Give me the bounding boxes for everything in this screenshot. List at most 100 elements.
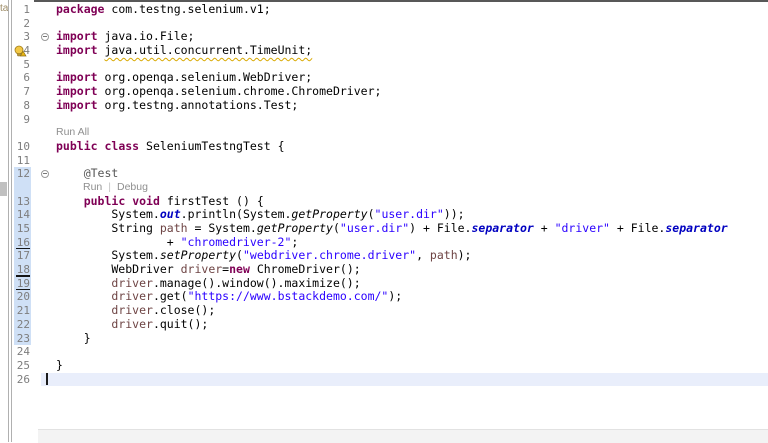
code-line-content[interactable]: driver.close();	[31, 303, 768, 318]
code-line-content[interactable]: import java.io.File;	[31, 30, 768, 44]
code-token: ));	[443, 207, 465, 222]
code-line-content[interactable]: import java.util.concurrent.TimeUnit;	[31, 43, 768, 58]
code-line: 14 System.out.println(System.getProperty…	[12, 207, 768, 222]
line-number: 22	[16, 317, 30, 331]
code-line-content[interactable]	[31, 113, 768, 127]
code-token: public	[83, 193, 126, 208]
line-number: 15	[16, 222, 30, 235]
code-line: 16 + "chromedriver-2";	[12, 235, 768, 250]
code-token: driver	[180, 262, 223, 277]
code-line: 26	[12, 372, 768, 387]
code-line: 12 @Test	[12, 166, 768, 181]
line-number: 17	[16, 249, 30, 263]
code-line-content[interactable]: import org.openqa.selenium.WebDriver;	[31, 71, 768, 85]
code-line: 2	[12, 17, 768, 31]
code-line: 25}	[12, 357, 768, 373]
code-line-content[interactable]: package com.testng.selenium.v1;	[31, 2, 768, 17]
code-token: }	[56, 357, 63, 372]
code-token: import	[56, 70, 98, 85]
code-token: separator	[665, 221, 728, 235]
code-token: "driver"	[554, 221, 610, 235]
code-token: "https://www.bstackdemo.com/"	[187, 289, 389, 304]
codelens-run-link[interactable]: Run	[83, 181, 102, 193]
fold-collapse-icon[interactable]	[41, 32, 49, 41]
code-token: "webdriver.chrome.driver"	[242, 248, 417, 263]
line-number: 8	[23, 98, 30, 112]
code-token: separator	[471, 221, 534, 235]
code-token: package	[56, 2, 105, 16]
panel-divider	[8, 0, 9, 442]
code-line-content[interactable]: import org.testng.annotations.Test;	[31, 97, 768, 113]
code-line: 23 }	[12, 331, 768, 346]
code-line-content[interactable]: @Test	[31, 166, 768, 181]
code-line-content[interactable]: driver.get("https://www.bstackdemo.com/"…	[31, 290, 768, 304]
codelens-run-all-link[interactable]: Run All	[56, 126, 89, 138]
line-number: 10	[16, 139, 30, 153]
code-token: getProperty	[256, 221, 333, 235]
code-line-content[interactable]: + "chromedriver-2";	[31, 235, 768, 250]
code-line: 17 System.setProperty("webdriver.chrome.…	[12, 249, 768, 263]
codelens-separator: |	[108, 180, 111, 193]
code-token: ChromeDriver();	[249, 262, 361, 277]
code-token: path	[429, 248, 458, 263]
code-token: import	[56, 84, 98, 99]
codelens-debug-link[interactable]: Debug	[117, 181, 148, 193]
code-line-content[interactable]: driver.manage().window().maximize();	[31, 275, 768, 291]
code-token: import	[56, 43, 98, 58]
fold-collapse-icon[interactable]	[41, 169, 49, 178]
code-token: firstTest () {	[159, 193, 264, 208]
code-line: 15 String path = System.getProperty("use…	[12, 221, 768, 236]
code-line-content[interactable]	[31, 17, 768, 31]
code-area[interactable]: 1 package com.testng.selenium.v1; 2 3 import…	[12, 2, 768, 387]
code-line-content[interactable]: String path = System.getProperty("user.d…	[31, 221, 768, 236]
code-line-content[interactable]: }	[31, 331, 768, 346]
code-token: driver	[111, 289, 153, 304]
left-panel-scrollbar-thumb[interactable]	[0, 182, 7, 196]
code-line-content[interactable]: WebDriver driver=new ChromeDriver();	[31, 262, 768, 277]
code-token: org.openqa.selenium.chrome.ChromeDriver;	[97, 84, 382, 99]
code-token: System.	[56, 248, 160, 263]
code-line: 19 driver.manage().window().maximize();	[12, 275, 768, 291]
code-token: void	[132, 193, 160, 208]
code-line-content[interactable]: System.setProperty("webdriver.chrome.dri…	[31, 249, 768, 263]
code-token: "user.dir"	[339, 221, 410, 235]
code-line-content[interactable]	[31, 345, 768, 359]
code-line-content[interactable]: System.out.println(System.getProperty("u…	[31, 207, 768, 222]
code-line: 11	[12, 154, 768, 168]
code-token: com.testng.selenium.v1;	[104, 2, 271, 16]
code-token: + File.	[609, 221, 666, 235]
code-token: path	[159, 221, 188, 235]
code-token: org.testng.annotations.Test;	[97, 97, 299, 112]
code-line-content[interactable]: driver.quit();	[31, 317, 768, 332]
line-number: 14	[16, 208, 30, 222]
code-line: 6 import org.openqa.selenium.WebDriver;	[12, 71, 768, 85]
bottom-panel-strip	[38, 429, 768, 443]
code-line-content[interactable]: public class SeleniumTestngTest {	[31, 139, 768, 154]
code-token: driver	[111, 275, 153, 290]
codelens-content[interactable]: Run | Debug	[31, 181, 768, 195]
code-line-content[interactable]: public void firstTest () {	[31, 193, 768, 209]
line-number: 9	[23, 112, 30, 126]
code-token: +	[533, 221, 555, 235]
line-number: 4	[23, 44, 30, 58]
line-number: 13	[16, 194, 30, 208]
codelens-row: Run | Debug	[12, 181, 768, 195]
code-line-content[interactable]: import org.openqa.selenium.chrome.Chrome…	[31, 84, 768, 99]
text-caret	[46, 373, 48, 386]
line-number: 26	[16, 372, 30, 386]
code-token: ,	[416, 248, 430, 263]
code-token: import	[56, 97, 98, 112]
code-line-content[interactable]	[31, 154, 768, 168]
code-token: (	[332, 221, 340, 235]
codelens-content[interactable]: Run All	[31, 126, 768, 140]
code-line-content[interactable]: }	[31, 357, 768, 373]
code-line-content[interactable]	[31, 372, 768, 387]
line-number: 19	[12, 277, 31, 291]
code-line-content[interactable]	[31, 58, 768, 72]
code-line: 7 import org.openqa.selenium.chrome.Chrom…	[12, 84, 768, 99]
line-number: 23	[16, 331, 30, 345]
